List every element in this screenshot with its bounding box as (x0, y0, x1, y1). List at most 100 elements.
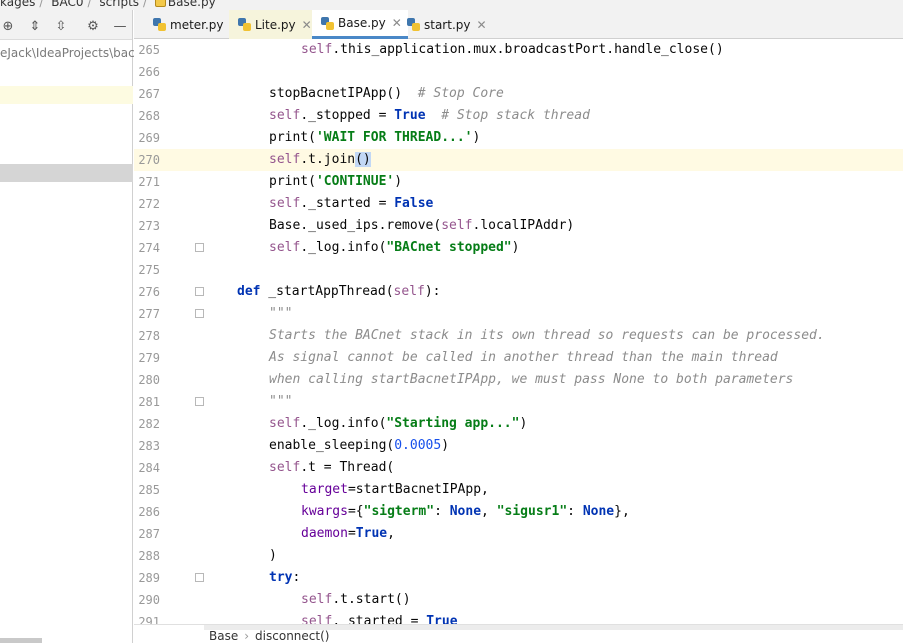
code-line[interactable]: Base._used_ips.remove(self.localIPAddr) (204, 215, 903, 237)
code-line[interactable]: when calling startBacnetIPApp, we must p… (204, 369, 903, 391)
code-token: : (434, 504, 450, 519)
code-line[interactable]: stopBacnetIPApp() # Stop Core (204, 83, 903, 105)
fold-marker-icon[interactable] (195, 243, 204, 252)
code-token: try (269, 570, 293, 585)
line-number: 277 (138, 307, 160, 321)
code-line[interactable]: self.t = Thread( (204, 457, 903, 479)
code-line[interactable]: ) (204, 545, 903, 567)
fold-marker-icon[interactable] (195, 397, 204, 406)
close-icon[interactable]: ✕ (302, 18, 312, 32)
code-token: ) (441, 438, 450, 453)
code-line[interactable]: enable_sleeping(0.0005) (204, 435, 903, 457)
code-line[interactable]: self._stopped = True # Stop stack thread (204, 105, 903, 127)
code-token: daemon (301, 526, 348, 541)
breadcrumb-separator: / (87, 0, 92, 9)
project-root-path[interactable]: eJack\IdeaProjects\bacne (0, 46, 150, 60)
target-icon[interactable]: ⊕ (0, 18, 16, 34)
code-token: , (387, 526, 395, 541)
code-line[interactable]: def _startAppThread(self): (204, 281, 903, 303)
python-file-icon (321, 16, 334, 30)
tab-label: Base.py (338, 16, 386, 30)
code-line[interactable]: """ (204, 303, 903, 325)
code-line[interactable]: self.t.start() (204, 589, 903, 611)
code-token: self (269, 108, 301, 123)
code-token: stopBacnetIPApp() (269, 86, 418, 101)
code-token: True (426, 614, 458, 624)
code-line[interactable]: daemon=True, (204, 523, 903, 545)
code-token: None (449, 504, 482, 519)
code-token: ._log.info( (300, 240, 387, 255)
tab-label: meter.py (170, 17, 224, 32)
code-token: ._log.info( (300, 416, 387, 431)
code-editor[interactable]: self.this_application.mux.broadcastPort.… (204, 39, 903, 624)
python-file-icon (154, 0, 166, 7)
code-token: """ (269, 394, 293, 409)
breadcrumb-class[interactable]: Base (209, 629, 238, 643)
code-token: Base._used_ips.remove( (269, 218, 442, 233)
code-line[interactable]: print('CONTINUE') (204, 171, 903, 193)
code-token: self (269, 240, 301, 255)
code-line[interactable] (204, 61, 903, 83)
breadcrumb-item[interactable]: scripts (99, 0, 139, 9)
code-token: : (292, 570, 301, 585)
navigation-breadcrumb-bar: kages / BAC0 / scripts / Base.py (0, 0, 903, 10)
tree-row-highlighted[interactable] (0, 86, 133, 104)
code-line[interactable]: """ (204, 391, 903, 413)
close-icon[interactable]: ✕ (476, 18, 486, 32)
fold-marker-icon[interactable] (195, 309, 204, 318)
line-number: 271 (138, 175, 160, 189)
code-line[interactable]: self._started = False (204, 193, 903, 215)
breadcrumb-method[interactable]: disconnect() (255, 629, 329, 643)
fold-marker-icon[interactable] (195, 573, 204, 582)
tab-lite[interactable]: Lite.py ✕ (229, 10, 318, 39)
code-line[interactable]: target=startBacnetIPApp, (204, 479, 903, 501)
gear-icon[interactable]: ⚙ (85, 18, 101, 34)
line-number: 290 (138, 593, 160, 607)
fold-marker-icon[interactable] (195, 287, 204, 296)
line-number: 280 (138, 373, 160, 387)
code-token: =startBacnetIPApp, (347, 482, 489, 497)
line-number-gutter[interactable]: 265 266 267 268 269 270 271 272 273 274 275 276 277 2… (134, 39, 204, 629)
line-number: 287 (138, 527, 160, 541)
breadcrumb-item[interactable]: kages (0, 0, 35, 9)
code-line[interactable]: self.this_application.mux.broadcastPort.… (204, 39, 903, 61)
breadcrumb-separator: / (39, 0, 44, 9)
code-token: .t = Thread( (300, 460, 395, 475)
collapse-all-icon[interactable]: ⇳ (53, 18, 69, 34)
code-line[interactable]: Starts the BACnet stack in its own threa… (204, 325, 903, 347)
code-line[interactable]: As signal cannot be called in another th… (204, 347, 903, 369)
line-number: 269 (138, 131, 160, 145)
code-line[interactable]: try: (204, 567, 903, 589)
breadcrumb-separator: / (143, 0, 148, 9)
code-token: 'CONTINUE' (315, 174, 395, 189)
line-number: 288 (138, 549, 160, 563)
code-line[interactable]: self._log.info("Starting app...") (204, 413, 903, 435)
code-line[interactable]: kwargs={"sigterm": None, "sigusr1": None… (204, 501, 903, 523)
code-line[interactable]: self._started = True (204, 611, 903, 624)
expand-all-icon[interactable]: ⇕ (27, 18, 43, 34)
breadcrumb-item[interactable]: BAC0 (51, 0, 83, 9)
tab-start[interactable]: start.py ✕ (398, 10, 493, 39)
line-number: 270 (138, 153, 160, 167)
code-line[interactable]: self._log.info("BACnet stopped") (204, 237, 903, 259)
code-token: _startAppThread( (260, 284, 394, 299)
minimize-icon[interactable]: — (112, 18, 128, 34)
code-token: self (269, 416, 301, 431)
horizontal-scrollbar[interactable] (0, 638, 42, 643)
python-file-icon (407, 18, 420, 31)
code-token: ._stopped = (300, 108, 395, 123)
project-panel-toolbar: ⊕ ⇕ ⇳ ⚙ — (0, 10, 132, 40)
breadcrumb-item[interactable]: Base.py (168, 0, 216, 9)
code-token: () (355, 152, 371, 167)
line-number: 266 (138, 65, 160, 79)
line-number: 278 (138, 329, 160, 343)
code-token: False (394, 196, 434, 211)
tab-base[interactable]: Base.py ✕ (312, 10, 408, 39)
code-token: self (269, 196, 301, 211)
code-line[interactable] (204, 259, 903, 281)
tree-row-selected[interactable] (0, 164, 133, 182)
code-line[interactable]: print('WAIT FOR THREAD...') (204, 127, 903, 149)
code-token: """ (269, 306, 293, 321)
code-line[interactable]: self.t.join() (204, 149, 903, 171)
